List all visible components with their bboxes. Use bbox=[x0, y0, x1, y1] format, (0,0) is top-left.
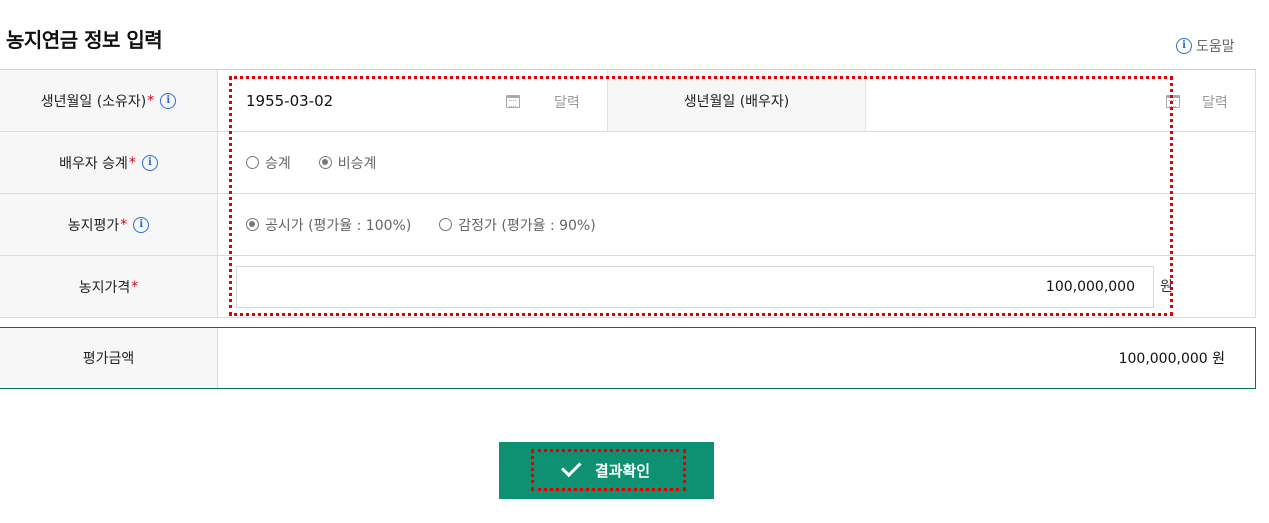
required-mark: * bbox=[131, 278, 139, 295]
succession-radio-group: 승계 비승계 bbox=[218, 153, 376, 173]
input-form-table: 생년월일 (소유자) * i 1955-03-02 달력 생년월일 (배우자) … bbox=[0, 69, 1256, 318]
help-link[interactable]: i 도움말 bbox=[1176, 36, 1235, 56]
spouse-birth-label: 생년월일 (배우자) bbox=[608, 70, 866, 131]
required-mark: * bbox=[120, 216, 128, 233]
owner-birth-info-icon[interactable]: i bbox=[160, 92, 177, 109]
help-label: 도움말 bbox=[1196, 39, 1235, 55]
required-mark: * bbox=[147, 92, 155, 109]
valuation-info-icon[interactable]: i bbox=[133, 216, 150, 233]
spouse-calendar-button[interactable]: 달력 bbox=[1202, 92, 1228, 112]
land-price-row: 농지가격 * 원 bbox=[0, 256, 1256, 318]
land-valuation-row: 농지평가 * i 공시가 (평가율 : 100%) 감정가 (평가율 : 90%… bbox=[0, 194, 1256, 256]
birth-date-cell: 1955-03-02 달력 생년월일 (배우자) 달력 bbox=[218, 70, 1256, 131]
calendar-icon[interactable] bbox=[1166, 95, 1180, 108]
submit-label: 결과확인 bbox=[594, 462, 651, 480]
owner-birth-value[interactable]: 1955-03-02 bbox=[246, 92, 333, 110]
radio-checked-icon[interactable] bbox=[318, 156, 332, 169]
radio-checked-icon[interactable] bbox=[246, 218, 259, 231]
info-icon: i bbox=[1176, 38, 1192, 54]
calendar-icon[interactable] bbox=[506, 95, 520, 108]
radio-unchecked-icon[interactable] bbox=[246, 156, 259, 169]
birth-date-row: 생년월일 (소유자) * i 1955-03-02 달력 생년월일 (배우자) … bbox=[0, 70, 1256, 132]
spouse-succession-row: 배우자 승계 * i 승계 비승계 bbox=[0, 132, 1256, 194]
price-unit: 원 bbox=[1160, 279, 1173, 295]
result-label: 평가금액 bbox=[0, 328, 218, 388]
valuation-radio-group: 공시가 (평가율 : 100%) 감정가 (평가율 : 90%) bbox=[218, 215, 596, 235]
spouse-birth-field[interactable]: 달력 bbox=[866, 70, 1255, 131]
radio-unchecked-icon[interactable] bbox=[439, 218, 453, 231]
result-check-button[interactable]: 결과확인 bbox=[499, 442, 714, 499]
radio-appraised-price[interactable]: 감정가 (평가율 : 90%) bbox=[439, 215, 596, 235]
result-value: 100,000,000 원 bbox=[1118, 351, 1225, 367]
land-valuation-label: 농지평가 * i bbox=[0, 194, 218, 255]
result-table: 평가금액 100,000,000 원 bbox=[0, 327, 1256, 389]
owner-birth-field[interactable]: 1955-03-02 달력 bbox=[218, 70, 608, 131]
required-mark: * bbox=[128, 154, 136, 171]
succession-info-icon[interactable]: i bbox=[141, 154, 158, 171]
owner-birth-label: 생년월일 (소유자) * i bbox=[0, 70, 218, 131]
radio-official-price[interactable]: 공시가 (평가율 : 100%) bbox=[246, 215, 411, 235]
owner-calendar-button[interactable]: 달력 bbox=[554, 92, 580, 112]
radio-non-succession[interactable]: 비승계 bbox=[318, 153, 376, 173]
land-price-label: 농지가격 * bbox=[0, 256, 218, 317]
radio-succession[interactable]: 승계 bbox=[246, 153, 291, 173]
spouse-succession-label: 배우자 승계 * i bbox=[0, 132, 218, 193]
check-icon bbox=[560, 456, 582, 478]
page-title: 농지연금 정보 입력 bbox=[6, 28, 163, 52]
land-price-input[interactable] bbox=[236, 266, 1154, 308]
